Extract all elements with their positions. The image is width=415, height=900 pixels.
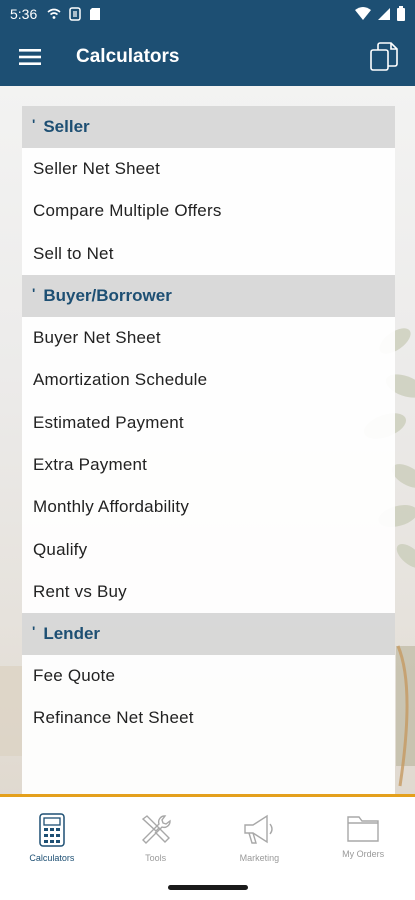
section-title: Lender <box>43 623 101 643</box>
menu-button[interactable] <box>0 28 60 86</box>
collapse-indicator-icon: ' <box>32 284 36 301</box>
list-item-estimated-payment[interactable]: Estimated Payment <box>22 401 395 444</box>
list-item-seller-net-sheet[interactable]: Seller Net Sheet <box>22 148 395 191</box>
list-item-fee-quote[interactable]: Fee Quote <box>22 654 395 698</box>
calculator-icon <box>39 813 65 847</box>
app-bar: Calculators <box>0 28 415 86</box>
list-item-amortization-schedule[interactable]: Amortization Schedule <box>22 359 395 402</box>
bottom-nav: Calculators Tools Marketing My Orders <box>0 797 415 875</box>
nav-label: Calculators <box>29 853 75 863</box>
status-time: 5:36 <box>10 6 38 22</box>
section-title: Seller <box>43 117 90 136</box>
list-item-rent-vs-buy[interactable]: Rent vs Buy <box>22 570 395 613</box>
status-bar: 5:36 <box>0 0 415 28</box>
collapse-indicator-icon: ' <box>32 622 36 639</box>
section-title: Buyer/Borrower <box>43 285 172 305</box>
wifi-icon <box>355 6 371 24</box>
section-header-seller[interactable]: ' Seller <box>22 106 395 148</box>
copy-icon <box>370 42 398 71</box>
list-item-sell-to-net[interactable]: Sell to Net <box>22 232 395 275</box>
nav-calculators[interactable]: Calculators <box>0 797 104 875</box>
collapse-indicator-icon: ' <box>32 116 36 132</box>
list-item-qualify[interactable]: Qualify <box>22 528 395 571</box>
tools-icon <box>141 815 171 844</box>
sd-card-icon <box>89 7 101 21</box>
list-item-buyer-net-sheet[interactable]: Buyer Net Sheet <box>22 316 395 360</box>
list-footer-space <box>22 739 395 796</box>
background-image: ' Seller Seller Net Sheet Compare Multip… <box>0 86 415 796</box>
signal-icon <box>377 7 391 24</box>
section-header-lender[interactable]: ' Lender <box>22 612 395 655</box>
list-item-monthly-affordability[interactable]: Monthly Affordability <box>22 486 395 529</box>
list-item-refinance-net-sheet[interactable]: Refinance Net Sheet <box>22 697 395 740</box>
nav-label: Tools <box>145 853 167 863</box>
nav-label: Marketing <box>239 853 280 863</box>
data-saver-icon <box>69 7 81 21</box>
nav-marketing[interactable]: Marketing <box>208 797 312 875</box>
nav-tools[interactable]: Tools <box>104 797 208 875</box>
page-title: Calculators <box>76 46 180 67</box>
section-header-buyer-borrower[interactable]: ' Buyer/Borrower <box>22 274 395 317</box>
hamburger-menu-icon <box>19 49 41 65</box>
home-indicator[interactable] <box>168 885 248 890</box>
calculator-list: ' Seller Seller Net Sheet Compare Multip… <box>22 106 395 796</box>
folder-icon <box>347 816 379 842</box>
megaphone-icon <box>244 814 274 844</box>
list-item-extra-payment[interactable]: Extra Payment <box>22 443 395 487</box>
nav-my-orders[interactable]: My Orders <box>311 797 415 875</box>
list-item-compare-multiple-offers[interactable]: Compare Multiple Offers <box>22 190 395 233</box>
copy-button[interactable] <box>369 41 399 73</box>
battery-icon <box>397 6 405 24</box>
nav-label: My Orders <box>342 849 385 859</box>
wifi-calling-icon <box>47 7 61 21</box>
